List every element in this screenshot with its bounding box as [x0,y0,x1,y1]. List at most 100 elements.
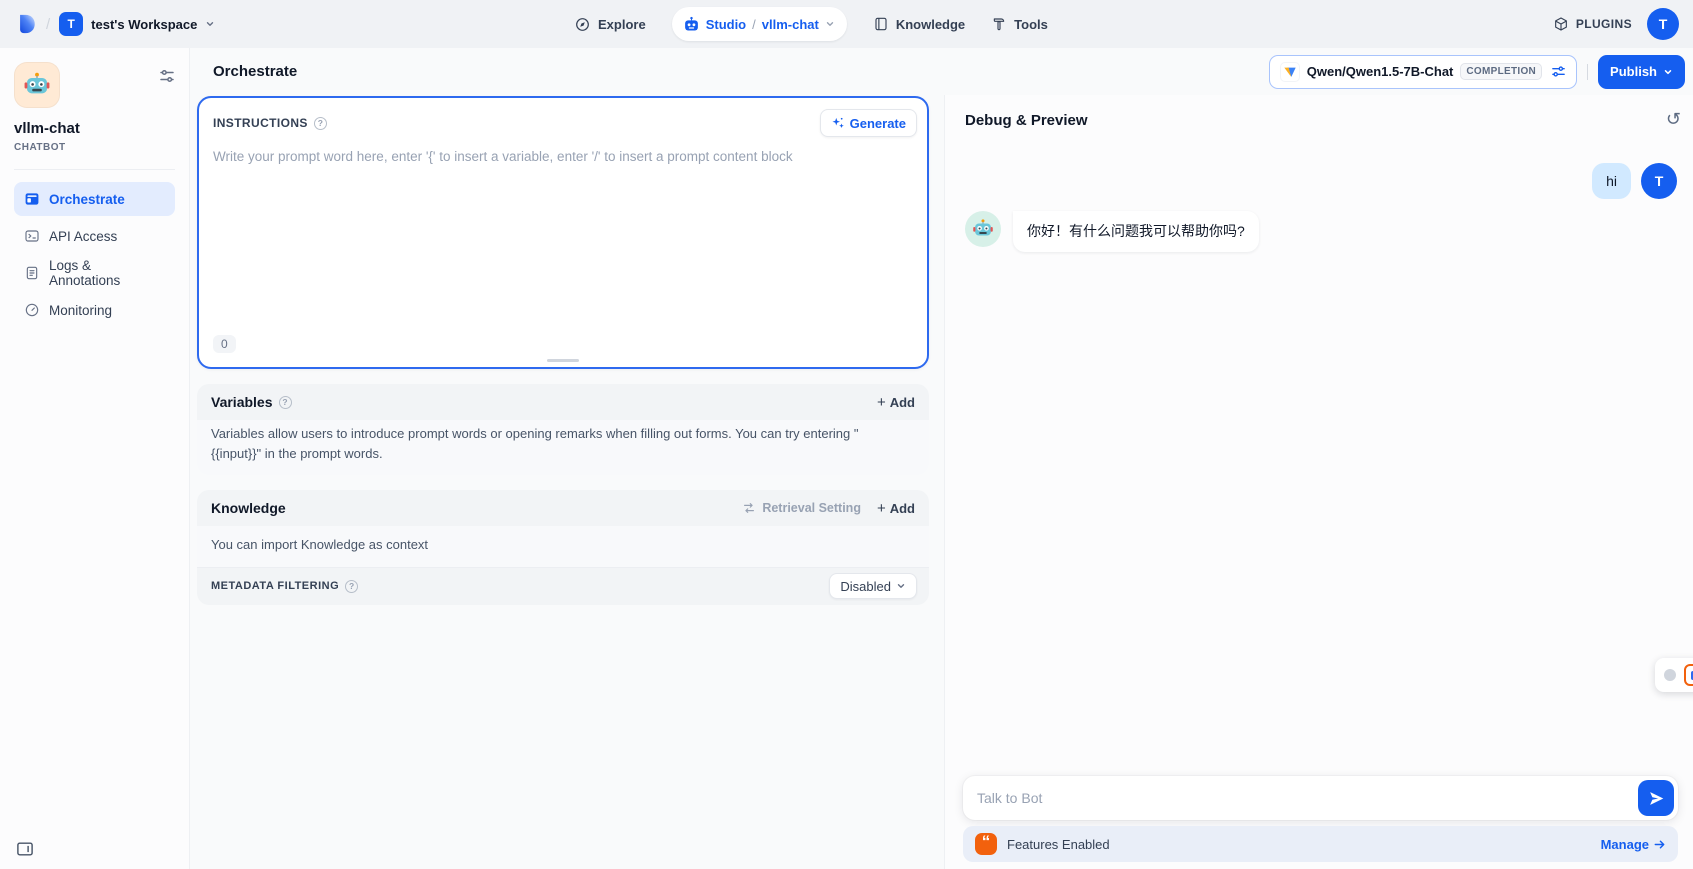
model-mode-badge: COMPLETION [1460,63,1542,80]
user-message-row: hi T [965,163,1677,199]
chevron-down-icon [896,581,906,591]
body: vllm-chat CHATBOT Orchestrate API Access… [0,48,1693,869]
publish-button[interactable]: Publish [1598,55,1685,89]
page-title: Orchestrate [213,63,297,80]
instructions-footer: 0 [199,329,927,367]
chat-bottom: “ Features Enabled Manage [963,776,1678,862]
app-icon [14,62,60,108]
knowledge-description: You can import Knowledge as context [197,526,929,567]
metadata-filtering-row: METADATA FILTERING ? Disabled [197,567,929,605]
sidebar-item-monitoring[interactable]: Monitoring [14,293,175,327]
topbar: / T test's Workspace Explore Studio / vl… [0,0,1693,48]
model-parameters-icon[interactable] [1551,64,1566,79]
variables-body: Variables allow users to introduce promp… [197,420,929,475]
app-name: vllm-chat [14,120,175,137]
divider [14,169,175,170]
nav-app-label: vllm-chat [762,17,819,32]
sidebar-item-logs-annotations[interactable]: Logs & Annotations [14,256,175,290]
content-row: INSTRUCTIONS ? Generate 0 [190,95,1693,869]
knowledge-section: Knowledge Retrieval Setting + Add [197,490,929,605]
retrieval-setting-button[interactable]: Retrieval Setting [742,501,861,515]
variables-title: Variables [211,394,273,410]
topbar-left: / T test's Workspace [16,12,215,36]
chat-messages: hi T 你好！有什么问题我可以帮助你吗? [945,163,1693,252]
help-icon[interactable]: ? [345,580,358,593]
widget-icon [1684,664,1693,686]
collapse-sidebar-button[interactable] [16,841,34,857]
generate-button[interactable]: Generate [820,109,917,137]
gauge-icon [24,302,40,318]
dify-app: / T test's Workspace Explore Studio / vl… [0,0,1693,869]
chat-input[interactable] [975,789,1638,807]
explore-icon [574,16,591,33]
collapse-panel-icon [16,841,34,857]
robot-emoji-icon [23,71,51,99]
resize-handle[interactable] [547,359,579,362]
app-sidebar: vllm-chat CHATBOT Orchestrate API Access… [0,48,190,869]
bot-message-row: 你好！有什么问题我可以帮助你吗? [965,211,1677,251]
sidebar-item-orchestrate[interactable]: Orchestrate [14,182,175,216]
chevron-down-icon [205,19,215,29]
main-header: Orchestrate Qwen/Qwen1.5-7B-Chat COMPLET… [190,48,1693,95]
terminal-icon [24,228,40,244]
workspace-selector[interactable]: T test's Workspace [59,12,215,36]
dify-logo[interactable] [16,13,37,35]
restart-conversation-icon[interactable]: ↺ [1666,111,1681,129]
user-avatar[interactable]: T [1647,8,1679,40]
instructions-panel: INSTRUCTIONS ? Generate 0 [197,96,929,369]
orchestrate-config-panel: INSTRUCTIONS ? Generate 0 [190,95,944,869]
app-settings-icon[interactable] [159,68,175,84]
main-header-actions: Qwen/Qwen1.5-7B-Chat COMPLETION Publish [1269,55,1685,89]
paper-plane-icon [1648,790,1665,807]
nav-studio-current-app[interactable]: Studio / vllm-chat [672,7,847,41]
main-area: Orchestrate Qwen/Qwen1.5-7B-Chat COMPLET… [190,48,1693,869]
vllm-provider-icon [1280,62,1300,82]
feedback-widget[interactable] [1655,658,1693,692]
robot-emoji-icon [972,218,994,240]
topbar-right: PLUGINS T [1553,8,1679,40]
debug-header: Debug & Preview ↺ [945,95,1693,129]
manage-features-button[interactable]: Manage [1601,837,1666,852]
package-icon [1553,16,1569,32]
features-bar: “ Features Enabled Manage [963,826,1678,862]
char-counter: 0 [213,335,236,353]
user-chat-avatar: T [1641,163,1677,199]
chevron-down-icon [1663,67,1673,77]
model-selector[interactable]: Qwen/Qwen1.5-7B-Chat COMPLETION [1269,55,1577,89]
bot-message-bubble: 你好！有什么问题我可以帮助你吗? [1013,211,1259,251]
model-name: Qwen/Qwen1.5-7B-Chat [1307,64,1454,79]
instructions-input[interactable] [213,143,913,329]
nav-explore[interactable]: Explore [574,16,646,33]
book-icon [873,16,889,32]
user-message-bubble: hi [1592,163,1631,199]
send-button[interactable] [1638,780,1674,816]
arrow-right-icon [1653,838,1666,851]
add-variable-button[interactable]: + Add [877,395,915,410]
chevron-down-icon [825,19,835,29]
nav-studio-label: Studio [706,17,746,32]
add-knowledge-button[interactable]: + Add [877,501,915,516]
knowledge-actions: Retrieval Setting + Add [742,501,915,516]
knowledge-body: You can import Knowledge as context [197,526,929,567]
features-label: Features Enabled [1007,837,1110,852]
retrieval-icon [742,501,756,515]
debug-title: Debug & Preview [965,112,1088,129]
sidebar-item-api-access[interactable]: API Access [14,219,175,253]
document-icon [24,265,40,281]
metadata-filtering-title: METADATA FILTERING [211,580,339,592]
variables-header: Variables ? + Add [197,384,929,420]
plugins-button[interactable]: PLUGINS [1553,16,1632,32]
status-dot [1664,669,1676,681]
sidebar-menu: Orchestrate API Access Logs & Annotation… [14,182,175,327]
nav-tools[interactable]: Tools [991,16,1048,32]
sidebar-app-header [14,62,175,108]
features-icon: “ [975,833,997,855]
help-icon[interactable]: ? [279,396,292,409]
nav-knowledge[interactable]: Knowledge [873,16,965,32]
metadata-filtering-dropdown[interactable]: Disabled [829,573,917,599]
help-icon[interactable]: ? [314,117,327,130]
workspace-avatar: T [59,12,83,36]
debug-preview-panel: Debug & Preview ↺ hi T 你好！有什么问题我可以帮助你吗 [944,95,1693,869]
bot-avatar [965,211,1001,247]
divider [1587,64,1588,80]
